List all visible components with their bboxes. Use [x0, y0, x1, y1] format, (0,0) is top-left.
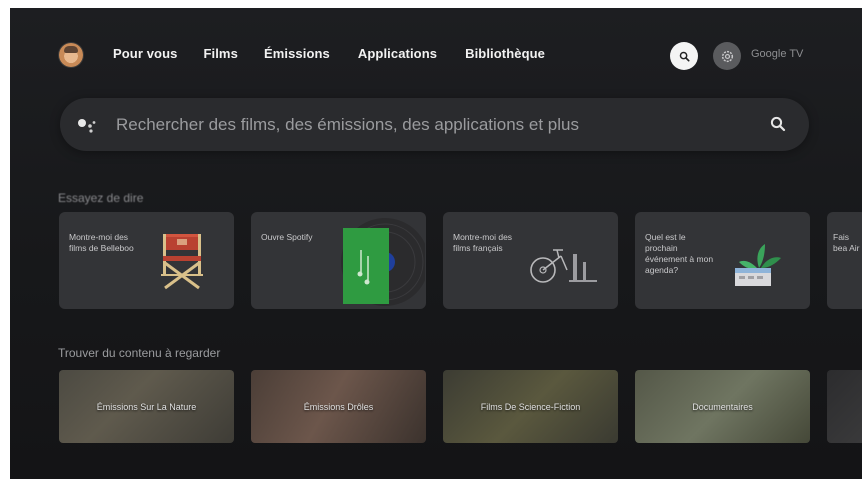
search-bar[interactable]: Rechercher des films, des émissions, des…: [60, 98, 809, 151]
category-label: Émissions Sur La Nature: [96, 401, 197, 412]
search-button[interactable]: [670, 42, 698, 70]
directors-chair-icon: [161, 234, 203, 290]
calendar-plant-icon: [735, 244, 781, 286]
category-label: Films De Science-Fiction: [480, 401, 581, 412]
search-placeholder: Rechercher des films, des émissions, des…: [116, 115, 579, 134]
suggestion-card[interactable]: Quel est le prochain événement à mon age…: [635, 212, 810, 309]
suggestion-card-partial[interactable]: Fais bea Air: [827, 212, 862, 309]
tab-films[interactable]: Films: [203, 46, 237, 61]
main-navigation: Pour vous Films Émissions Applications B…: [113, 46, 573, 61]
google-tv-brand: Google TV: [751, 48, 804, 60]
search-icon: [679, 51, 690, 62]
profile-avatar[interactable]: [59, 43, 83, 67]
tab-applications[interactable]: Applications: [358, 46, 437, 61]
settings-button[interactable]: [713, 42, 741, 70]
tab-emissions[interactable]: Émissions: [264, 46, 330, 61]
search-icon: [770, 116, 786, 132]
gear-icon: [721, 50, 733, 62]
category-tile[interactable]: Films De Science-Fiction: [443, 370, 618, 443]
browse-section-title: Trouver du contenu à regarder: [58, 346, 221, 360]
suggestion-text: Montre-moi des films de Belleboo: [69, 232, 134, 253]
suggestion-text: Fais bea Air: [833, 232, 860, 253]
top-navigation-bar: Pour vous Films Émissions Applications B…: [10, 8, 862, 100]
tab-bibliotheque[interactable]: Bibliothèque: [465, 46, 545, 61]
spotify-record-icon: [341, 218, 425, 306]
suggestion-card[interactable]: Montre-moi des films français: [443, 212, 618, 309]
suggestion-text: Montre-moi des films français: [453, 232, 513, 253]
google-tv-screen: Pour vous Films Émissions Applications B…: [10, 8, 862, 479]
category-label: Documentaires: [692, 401, 753, 412]
suggestions-section-title: Essayez de dire: [58, 191, 144, 205]
suggestion-text: Quel est le prochain événement à mon age…: [645, 232, 714, 275]
category-tile[interactable]: Émissions Sur La Nature: [59, 370, 234, 443]
tab-pour-vous[interactable]: Pour vous: [113, 46, 177, 61]
suggestion-card[interactable]: Ouvre Spotify: [251, 212, 426, 309]
google-assistant-icon: [78, 119, 96, 133]
bicycle-icon: [530, 249, 597, 283]
category-tile[interactable]: Documentaires: [635, 370, 810, 443]
category-label: Émissions Drôles: [303, 401, 374, 412]
category-tile[interactable]: Émissions Drôles: [251, 370, 426, 443]
category-tile-partial[interactable]: [827, 370, 862, 443]
suggestion-card[interactable]: Montre-moi des films de Belleboo: [59, 212, 234, 309]
suggestion-text: Ouvre Spotify: [261, 232, 313, 242]
